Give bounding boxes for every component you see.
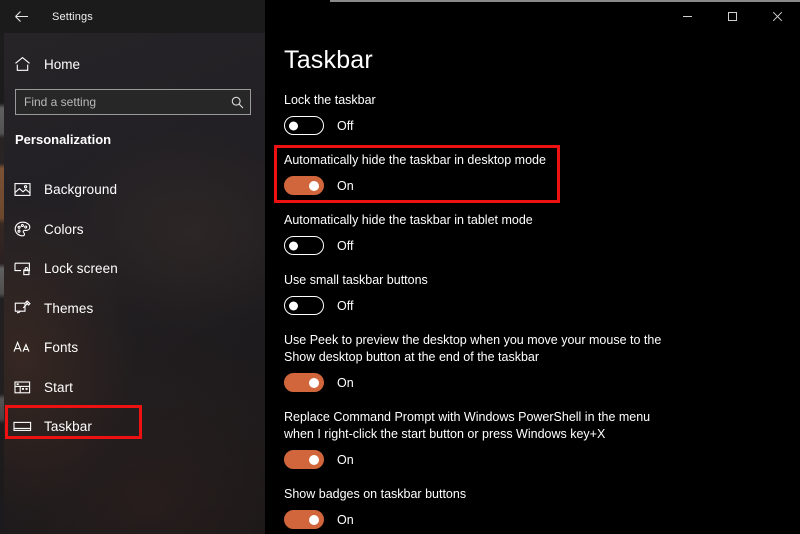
toggle-state-label: Off xyxy=(337,238,354,253)
toggle-small-taskbar-buttons[interactable] xyxy=(284,296,324,315)
sidebar-item-lock-screen[interactable]: Lock screen xyxy=(0,249,265,289)
search-icon[interactable] xyxy=(224,96,250,109)
search-input[interactable] xyxy=(16,90,224,114)
minimize-icon[interactable] xyxy=(665,0,710,33)
setting-show-badges: Show badges on taskbar buttons On xyxy=(284,486,784,530)
toggle-knob xyxy=(289,241,298,250)
image-icon xyxy=(0,182,44,197)
sidebar-section-title: Personalization xyxy=(15,132,112,147)
toggle-state-label: Off xyxy=(337,298,354,313)
main-content: Taskbar Lock the taskbar Off Automatical… xyxy=(265,33,800,534)
setting-auto-hide-desktop: Automatically hide the taskbar in deskto… xyxy=(284,152,784,196)
sidebar-item-label: Start xyxy=(44,379,74,395)
fonts-icon xyxy=(0,340,44,355)
taskbar-icon xyxy=(0,420,44,433)
sidebar-item-label: Fonts xyxy=(44,340,79,356)
setting-label: Automatically hide the taskbar in tablet… xyxy=(284,213,533,227)
toggle-knob xyxy=(309,454,319,465)
setting-label: Replace Command Prompt with Windows Powe… xyxy=(284,410,651,441)
toggle-row: On xyxy=(284,175,784,196)
toggle-replace-command-prompt[interactable] xyxy=(284,450,324,469)
setting-label: Automatically hide the taskbar in deskto… xyxy=(284,153,546,167)
toggle-knob xyxy=(309,180,319,191)
setting-replace-command-prompt: Replace Command Prompt with Windows Powe… xyxy=(284,409,784,470)
sidebar-item-label: Taskbar xyxy=(44,419,92,435)
setting-use-peek: Use Peek to preview the desktop when you… xyxy=(284,332,784,393)
close-icon[interactable] xyxy=(755,0,800,33)
toggle-knob xyxy=(309,377,319,388)
setting-label: Use Peek to preview the desktop when you… xyxy=(284,333,662,364)
sidebar-item-start[interactable]: Start xyxy=(0,368,265,408)
sidebar-item-taskbar[interactable]: Taskbar xyxy=(0,407,265,447)
setting-lock-the-taskbar: Lock the taskbar Off xyxy=(284,92,784,136)
toggle-knob xyxy=(289,121,298,130)
toggle-row: On xyxy=(284,372,784,393)
toggle-row: On xyxy=(284,449,784,470)
toggle-row: Off xyxy=(284,235,784,256)
window-top-edge xyxy=(330,0,800,2)
toggle-knob xyxy=(289,301,298,310)
setting-label: Lock the taskbar xyxy=(284,93,376,107)
toggle-knob xyxy=(309,514,319,525)
title-bar: Settings xyxy=(0,0,800,33)
toggle-row: Off xyxy=(284,115,784,136)
sidebar-item-fonts[interactable]: Fonts xyxy=(0,328,265,368)
search-box[interactable] xyxy=(15,89,251,115)
start-icon xyxy=(0,380,44,395)
setting-label: Show badges on taskbar buttons xyxy=(284,487,467,501)
sidebar-item-label: Colors xyxy=(44,221,84,237)
home-icon xyxy=(0,56,44,72)
toggle-auto-hide-tablet[interactable] xyxy=(284,236,324,255)
back-arrow-icon[interactable] xyxy=(0,0,42,33)
palette-icon xyxy=(0,221,44,237)
sidebar-item-label: Themes xyxy=(44,300,94,316)
toggle-state-label: On xyxy=(337,375,354,390)
toggle-state-label: On xyxy=(337,452,354,467)
sidebar-item-colors[interactable]: Colors xyxy=(0,210,265,250)
setting-auto-hide-tablet: Automatically hide the taskbar in tablet… xyxy=(284,212,784,256)
maximize-icon[interactable] xyxy=(710,0,755,33)
toggle-lock-the-taskbar[interactable] xyxy=(284,116,324,135)
toggle-state-label: On xyxy=(337,178,354,193)
sidebar: Home Personalization xyxy=(0,33,265,534)
sidebar-item-home[interactable]: Home xyxy=(0,49,265,79)
toggle-row: Off xyxy=(284,295,784,316)
toggle-use-peek[interactable] xyxy=(284,373,324,392)
brush-icon xyxy=(0,300,44,316)
setting-label: Use small taskbar buttons xyxy=(284,273,428,287)
toggle-row: On xyxy=(284,509,784,530)
toggle-show-badges[interactable] xyxy=(284,510,324,529)
sidebar-item-themes[interactable]: Themes xyxy=(0,289,265,329)
title-bar-right xyxy=(265,0,800,33)
settings-window: Settings Home Find a setting Personaliza… xyxy=(0,0,800,534)
page-title: Taskbar xyxy=(284,46,373,74)
toggle-state-label: Off xyxy=(337,118,354,133)
sidebar-item-label: Lock screen xyxy=(44,261,118,277)
sidebar-item-background[interactable]: Background xyxy=(0,170,265,210)
sidebar-item-label: Background xyxy=(44,182,118,198)
sidebar-nav: Background Colors Lock screen Themes Fon… xyxy=(0,170,265,447)
settings-list: Lock the taskbar Off Automatically hide … xyxy=(284,92,784,534)
title-bar-left: Settings xyxy=(0,0,265,33)
setting-small-taskbar-buttons: Use small taskbar buttons Off xyxy=(284,272,784,316)
toggle-auto-hide-desktop[interactable] xyxy=(284,176,324,195)
toggle-state-label: On xyxy=(337,512,354,527)
app-title: Settings xyxy=(52,10,93,23)
sidebar-home-label: Home xyxy=(44,56,81,72)
lock-screen-icon xyxy=(0,261,44,276)
